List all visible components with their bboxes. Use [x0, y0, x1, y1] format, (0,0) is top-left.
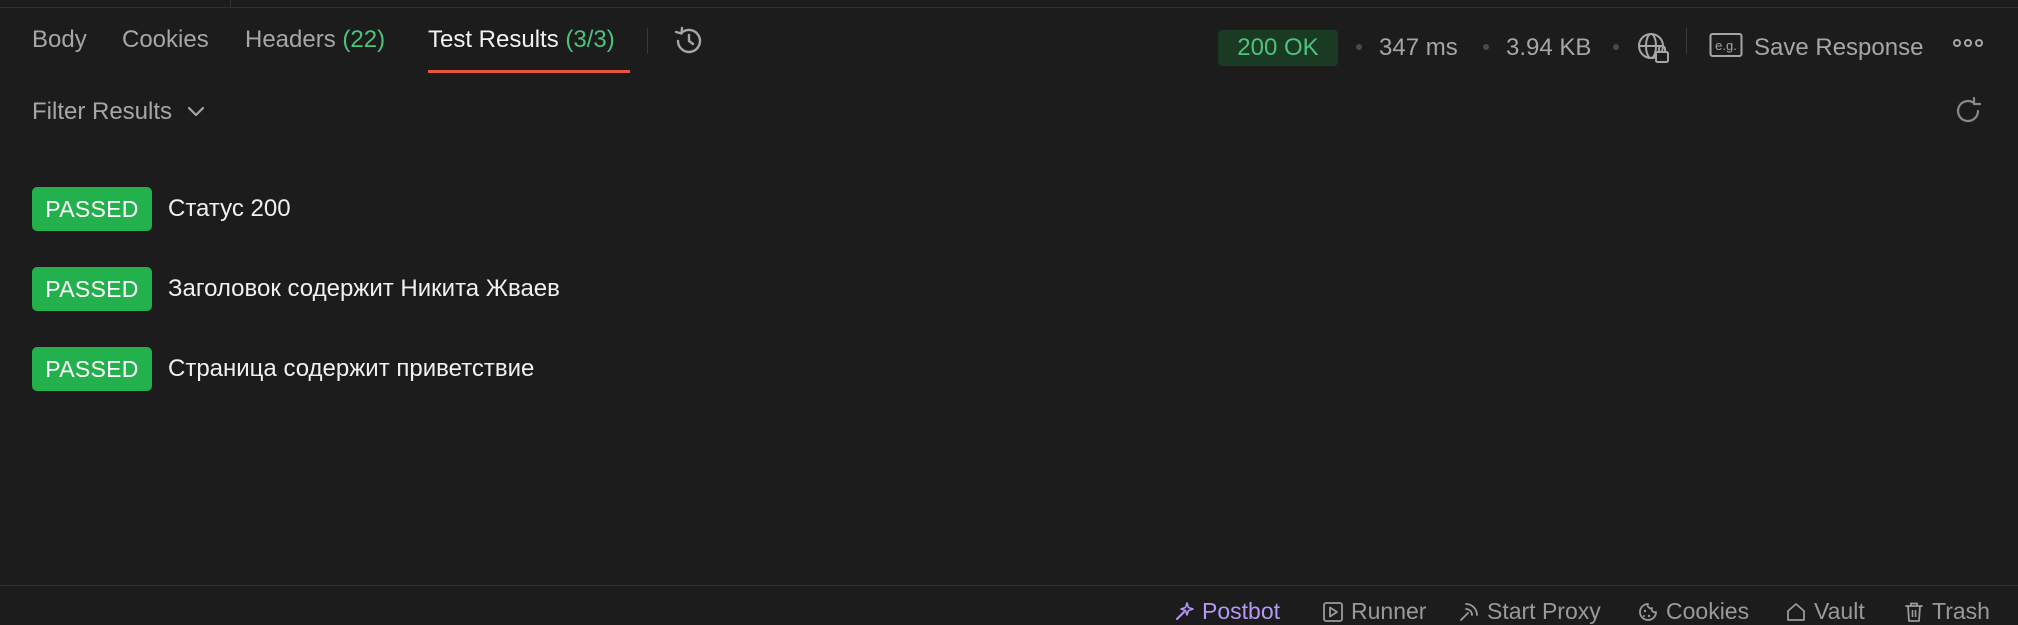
response-size[interactable]: 3.94 KB: [1506, 34, 1591, 62]
more-icon[interactable]: [1953, 38, 1983, 48]
vault-button[interactable]: Vault: [1785, 598, 1865, 625]
passed-badge: PASSED: [32, 267, 152, 311]
cookies-label: Cookies: [1666, 598, 1750, 624]
meta-separator: [1686, 28, 1687, 54]
status-badge: 200 OK: [1218, 30, 1338, 66]
vault-label: Vault: [1814, 598, 1865, 624]
history-icon[interactable]: [672, 24, 706, 58]
status-bar: Postbot Runner Start Proxy Cookies Vault: [0, 585, 2018, 624]
response-time[interactable]: 347 ms: [1379, 34, 1458, 62]
test-result-name: Заголовок содержит Никита Жваев: [168, 275, 560, 302]
start-proxy-label: Start Proxy: [1487, 598, 1601, 624]
trash-button[interactable]: Trash: [1903, 598, 1990, 625]
postbot-button[interactable]: Postbot: [1173, 598, 1280, 625]
trash-label: Trash: [1932, 598, 1990, 624]
chevron-down-icon: [187, 106, 204, 117]
test-result-name: Статус 200: [168, 195, 291, 222]
tab-test-results[interactable]: Test Results (3/3): [428, 26, 615, 54]
tab-headers-label: Headers: [245, 26, 336, 53]
tab-body-label: Body: [32, 26, 87, 53]
tab-headers-count: (22): [342, 26, 386, 53]
filter-results-dropdown[interactable]: Filter Results: [32, 98, 205, 126]
tab-cookies[interactable]: Cookies: [122, 26, 209, 54]
tab-separator: [647, 28, 648, 54]
active-tab-underline: [428, 70, 630, 73]
svg-text:e.g.: e.g.: [1715, 38, 1737, 53]
meta-dot: [1483, 44, 1489, 50]
response-tab-bar: Body Cookies Headers (22) Test Results (…: [0, 8, 2018, 73]
runner-button[interactable]: Runner: [1322, 598, 1426, 625]
tab-body[interactable]: Body: [32, 26, 87, 54]
tab-cookies-label: Cookies: [122, 26, 209, 53]
proxy-icon: [1460, 603, 1478, 621]
globe-lock-icon[interactable]: [1636, 30, 1672, 66]
test-result-name: Страница содержит приветствие: [168, 355, 535, 382]
meta-dot: [1356, 44, 1362, 50]
example-icon[interactable]: e.g.: [1709, 30, 1743, 60]
save-response-button[interactable]: Save Response: [1754, 34, 1923, 62]
cookies-button[interactable]: Cookies: [1637, 598, 1749, 625]
filter-results-label: Filter Results: [32, 98, 173, 125]
vault-icon: [1787, 603, 1805, 621]
top-divider-separator: [230, 0, 231, 7]
runner-icon: [1323, 602, 1343, 622]
tab-test-results-label: Test Results: [428, 26, 559, 53]
tab-headers[interactable]: Headers (22): [245, 26, 385, 54]
passed-badge: PASSED: [32, 187, 152, 231]
top-divider: [0, 0, 2018, 8]
tab-test-results-count: (3/3): [565, 26, 615, 53]
refresh-icon[interactable]: [1953, 96, 1983, 126]
cookie-icon: [1639, 603, 1657, 621]
trash-icon: [1905, 602, 1923, 622]
postbot-label: Postbot: [1202, 598, 1280, 624]
meta-dot: [1613, 44, 1619, 50]
postbot-icon: [1176, 602, 1194, 620]
runner-label: Runner: [1351, 598, 1427, 624]
start-proxy-button[interactable]: Start Proxy: [1458, 598, 1601, 625]
passed-badge: PASSED: [32, 347, 152, 391]
